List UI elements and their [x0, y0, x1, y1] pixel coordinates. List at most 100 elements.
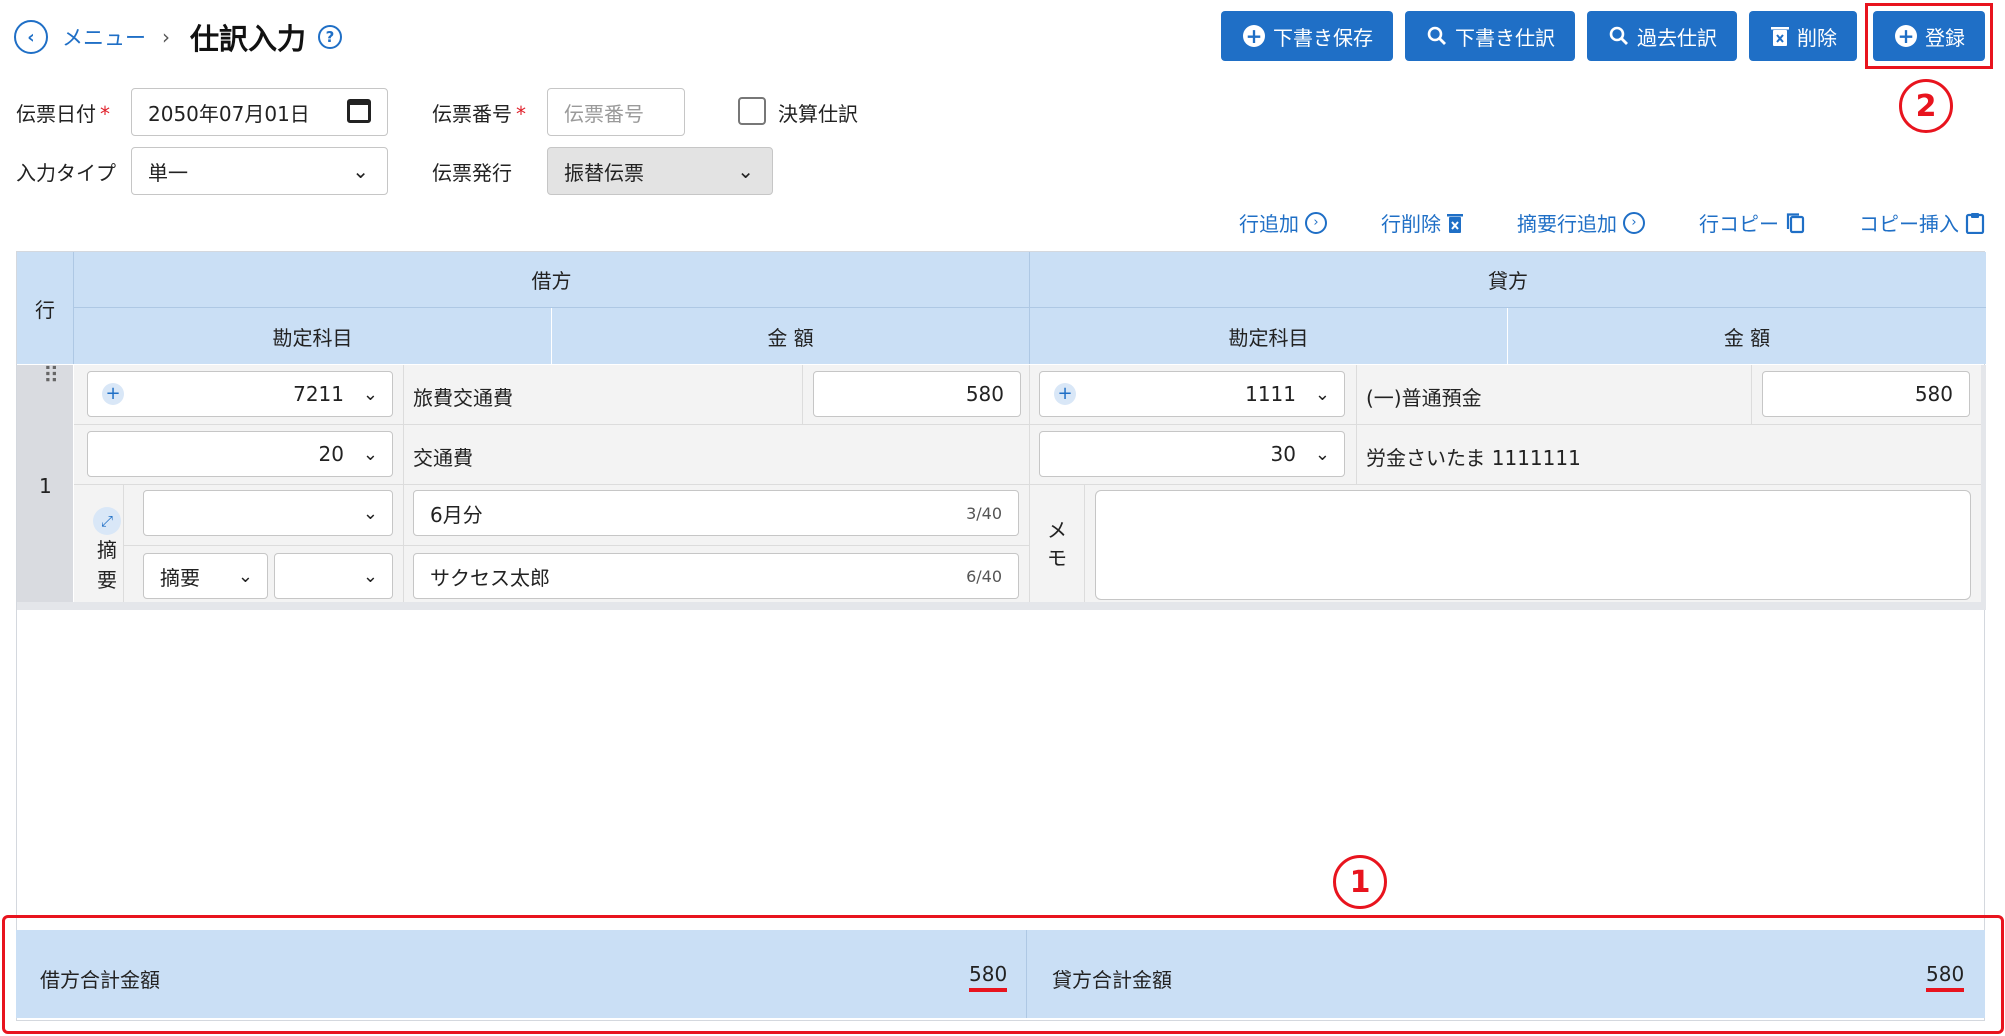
add-row-button[interactable]: 行追加 › [1239, 208, 1327, 237]
draft-save-button[interactable]: + 下書き保存 [1221, 11, 1393, 61]
summary-text-input-2[interactable]: サクセス太郎 6/40 [413, 553, 1019, 599]
slip-no-input[interactable]: 伝票番号 [547, 88, 685, 136]
date-input[interactable]: 2050年07月01日 [131, 88, 388, 136]
memo-label: メモ [1047, 518, 1067, 570]
copy-row-button[interactable]: 行コピー [1699, 208, 1805, 237]
input-type-label: 入力タイプ [16, 161, 116, 185]
divider [802, 365, 803, 424]
row-actions: 行追加 › 行削除 摘要行追加 › 行コピー コピー挿入 [1239, 208, 1985, 237]
chevron-down-icon: ⌄ [237, 565, 253, 587]
calendar-icon[interactable] [347, 99, 371, 123]
credit-sub-code: 30 [1270, 442, 1296, 466]
debit-sub-code: 20 [318, 442, 344, 466]
divider [1751, 365, 1752, 424]
credit-amount-input[interactable]: 580 [1762, 371, 1970, 417]
debit-amount-input[interactable]: 580 [813, 371, 1021, 417]
chevron-down-icon: ⌄ [362, 443, 378, 465]
divider [74, 307, 1986, 308]
add-summary-row-button[interactable]: 摘要行追加 › [1517, 208, 1645, 237]
add-summary-row-label: 摘要行追加 [1517, 212, 1617, 236]
summary-code-select[interactable]: ⌄ [143, 490, 393, 536]
chevron-down-icon: ⌄ [362, 502, 378, 524]
summary-text-1: 6月分 [430, 502, 483, 527]
annotation-marker-2: 2 [1899, 79, 1953, 133]
closing-checkbox[interactable] [738, 97, 766, 125]
draft-save-label: 下書き保存 [1273, 25, 1373, 50]
draft-journal-button[interactable]: 下書き仕訳 [1405, 11, 1575, 61]
summary-type-select[interactable]: 摘要 ⌄ [143, 553, 268, 599]
delete-button[interactable]: 削除 [1749, 11, 1857, 61]
search-icon [1427, 26, 1447, 46]
debit-sub-name: 交通費 [413, 446, 473, 470]
trash-icon [1447, 213, 1463, 233]
credit-account-name: (一)普通預金 [1366, 386, 1482, 410]
input-type-select[interactable]: 単一 ⌄ [131, 147, 388, 195]
plus-icon[interactable]: + [1054, 383, 1076, 405]
summary-type-value: 摘要 [160, 565, 200, 590]
register-button[interactable]: + 登録 [1873, 11, 1985, 61]
divider [1356, 365, 1357, 484]
divider [1084, 484, 1085, 602]
credit-account-code: 1111 [1245, 382, 1296, 406]
debit-account-code-select[interactable]: + 7211 ⌄ [87, 371, 393, 417]
debit-amount-header: 金 額 [552, 308, 1029, 364]
copy-insert-button[interactable]: コピー挿入 [1859, 208, 1985, 237]
debit-amount-value: 580 [965, 382, 1004, 406]
chevron-right-circle-icon: › [1305, 211, 1327, 234]
credit-sub-name: 労金さいたま 1111111 [1366, 446, 1581, 470]
chevron-left-icon[interactable]: ‹ [14, 20, 48, 54]
closing-label: 決算仕訳 [778, 102, 858, 126]
row-bottom-bar [17, 602, 1981, 610]
issue-label: 伝票発行 [432, 161, 512, 185]
summary-side-label: 摘要 [97, 538, 117, 592]
delete-row-button[interactable]: 行削除 [1381, 208, 1463, 237]
drag-handle-icon[interactable]: ⠿ [43, 366, 59, 388]
register-highlight: + 登録 [1865, 3, 1993, 69]
chevron-down-icon: ⌄ [1314, 443, 1330, 465]
divider [123, 545, 1029, 546]
plus-icon[interactable]: + [102, 383, 124, 405]
search-icon [1609, 26, 1629, 46]
credit-account-code-select[interactable]: + 1111 ⌄ [1039, 371, 1345, 417]
input-type-value: 単一 [148, 160, 188, 185]
slip-no-label-text: 伝票番号 [432, 102, 512, 126]
credit-amount-header: 金 額 [1508, 308, 1986, 364]
divider [74, 424, 1981, 425]
delete-label: 削除 [1797, 25, 1837, 50]
past-journal-button[interactable]: 過去仕訳 [1587, 11, 1737, 61]
toolbar: + 下書き保存 下書き仕訳 過去仕訳 削除 + 登録 [1221, 3, 1993, 69]
annotation-marker-1: 1 [1333, 855, 1387, 909]
summary-text-input-1[interactable]: 6月分 3/40 [413, 490, 1019, 536]
page-title: 仕訳入力 [190, 22, 307, 56]
issue-value: 振替伝票 [564, 160, 644, 185]
required-mark: * [100, 102, 110, 126]
chevron-down-icon: ⌄ [1314, 383, 1330, 405]
summary-sub-select[interactable]: ⌄ [274, 553, 393, 599]
slip-no-label: 伝票番号 * [432, 98, 526, 127]
chevron-right-circle-icon: › [1623, 211, 1645, 234]
issue-select[interactable]: 振替伝票 ⌄ [547, 147, 773, 195]
credit-sub-account-select[interactable]: 30 ⌄ [1039, 431, 1345, 477]
draft-journal-label: 下書き仕訳 [1455, 25, 1555, 50]
chevron-down-icon: ⌄ [737, 159, 754, 183]
help-icon[interactable]: ? [318, 25, 343, 49]
divider [74, 484, 1981, 485]
chevron-right-icon: › [162, 25, 170, 49]
date-label-text: 伝票日付 [16, 102, 96, 126]
chevron-down-icon: ⌄ [362, 383, 378, 405]
expand-icon[interactable]: ⤢ [93, 507, 121, 535]
char-count-1: 3/40 [966, 503, 1002, 523]
debit-account-name: 旅費交通費 [413, 386, 513, 410]
credit-header: 貸方 [1030, 252, 1986, 307]
breadcrumb: ‹ メニュー › 仕訳入力 ? [14, 16, 343, 58]
debit-account-header: 勘定科目 [74, 308, 551, 364]
divider [1029, 252, 1030, 364]
debit-sub-account-select[interactable]: 20 ⌄ [87, 431, 393, 477]
copy-insert-label: コピー挿入 [1859, 212, 1959, 236]
menu-link[interactable]: メニュー [62, 22, 146, 52]
add-row-label: 行追加 [1239, 212, 1299, 236]
plus-circle-icon: + [1895, 25, 1917, 47]
scrollbar-track[interactable] [1981, 365, 1986, 610]
plus-circle-icon: + [1243, 25, 1265, 47]
memo-textarea[interactable] [1095, 490, 1971, 600]
